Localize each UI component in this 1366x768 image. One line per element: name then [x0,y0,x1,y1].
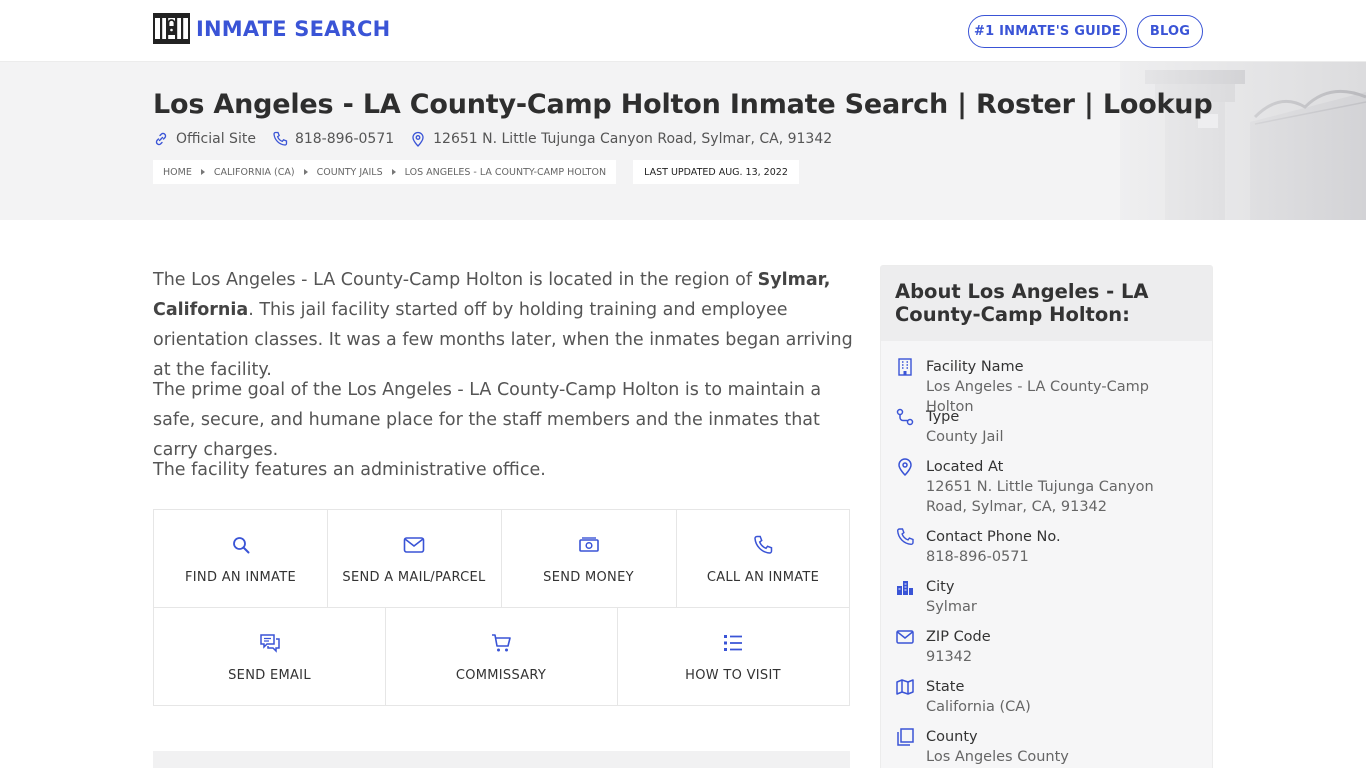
phone-icon [754,535,773,554]
how-to-visit-label: HOW TO VISIT [685,668,781,683]
breadcrumb-current: LOS ANGELES - LA COUNTY-CAMP HOLTON [404,166,607,178]
info-value: 12651 N. Little Tujunga Canyon Road, Syl… [926,479,1154,515]
address-text: 12651 N. Little Tujunga Canyon Road, Syl… [433,131,833,147]
find-inmate-button[interactable]: FIND AN INMATE [154,534,327,585]
intro-paragraph: The Los Angeles - LA County-Camp Holton … [153,265,853,385]
info-label: Located At [926,459,1004,475]
sidebar-header: About Los Angeles - LA County-Camp Holto… [881,266,1212,341]
info-state: State California (CA) [895,677,1196,717]
money-icon [578,537,599,552]
envelope-icon [896,630,914,644]
chat-icon [259,634,280,653]
info-city: City Sylmar [895,577,1196,617]
info-located-at: Located At 12651 N. Little Tujunga Canyo… [895,457,1196,517]
link-icon [155,132,167,146]
info-label: Facility Name [926,359,1024,375]
caret-right-icon [391,169,396,175]
info-value: 91342 [926,649,973,665]
facility-info-sidebar: About Los Angeles - LA County-Camp Holto… [880,265,1213,768]
phone-number: 818-896-0571 [294,131,395,147]
send-mail-button[interactable]: SEND A MAIL/PARCEL [327,534,501,585]
phone-icon [896,528,914,546]
info-value: California (CA) [926,699,1031,715]
send-money-label: SEND MONEY [543,570,634,585]
brand-name: INMATE SEARCH [196,16,391,41]
goal-paragraph: The prime goal of the Los Angeles - LA C… [153,380,822,460]
page-title: Los Angeles - LA County-Camp Holton Inma… [153,89,1213,120]
info-zip: ZIP Code 91342 [895,627,1196,667]
send-money-button[interactable]: SEND MONEY [501,534,676,585]
map-pin-icon [898,458,912,477]
info-phone: Contact Phone No. 818-896-0571 [895,527,1196,567]
find-inmate-label: FIND AN INMATE [185,570,296,585]
services-grid: FIND AN INMATE SEND A MAIL/PARCEL SEND M… [153,509,850,706]
list-icon [724,635,742,651]
info-value: Los Angeles County [926,749,1069,765]
address-item: 12651 N. Little Tujunga Canyon Road, Syl… [410,131,832,147]
how-to-visit-button[interactable]: HOW TO VISIT [617,632,849,683]
send-email-button[interactable]: SEND EMAIL [154,632,385,683]
next-section-box [153,751,850,768]
intro-text-b: . This jail facility started off by hold… [153,300,853,380]
inmates-guide-button[interactable]: #1 INMATE'S GUIDE [968,15,1127,48]
caret-right-icon [200,169,205,175]
hero-banner: Los Angeles - LA County-Camp Holton Inma… [0,62,1366,220]
call-inmate-label: CALL AN INMATE [706,570,820,585]
info-label: Contact Phone No. [926,529,1061,545]
info-label: State [926,679,965,695]
info-label: County [926,729,978,745]
official-site-label: Official Site [176,131,256,147]
info-label: City [926,579,955,595]
city-icon [897,581,913,595]
send-mail-label: SEND A MAIL/PARCEL [342,570,486,585]
breadcrumb-state[interactable]: CALIFORNIA (CA) [214,167,295,178]
divider [154,607,849,608]
info-value: Sylmar [926,599,977,615]
send-email-label: SEND EMAIL [228,668,311,683]
building-icon [898,358,912,376]
copy-icon [897,728,914,746]
breadcrumb: HOME CALIFORNIA (CA) COUNTY JAILS LOS AN… [153,160,617,184]
phone-icon [273,131,288,146]
breadcrumb-home[interactable]: HOME [163,167,192,178]
official-site-link[interactable]: Official Site [153,131,256,147]
info-value: 818-896-0571 [926,549,1029,565]
info-type: Type County Jail [895,407,1196,447]
caret-right-icon [303,169,308,175]
commissary-button[interactable]: COMMISSARY [385,632,617,683]
map-icon [896,679,914,695]
intro-text-a: The Los Angeles - LA County-Camp Holton … [153,270,758,290]
site-logo[interactable]: INMATE SEARCH [153,13,390,44]
info-county: County Los Angeles County [895,727,1196,767]
call-inmate-button[interactable]: CALL AN INMATE [676,534,850,585]
facility-meta: Official Site 818-896-0571 12651 N. Litt… [153,131,848,147]
info-value: County Jail [926,429,1004,445]
sidebar-title: About Los Angeles - LA County-Camp Holto… [895,280,1149,326]
map-pin-icon [412,131,424,147]
search-icon [232,537,249,554]
phone-link[interactable]: 818-896-0571 [272,131,394,147]
top-navbar: INMATE SEARCH #1 INMATE'S GUIDE BLOG [0,0,1366,62]
blog-button[interactable]: BLOG [1137,15,1203,48]
commissary-label: COMMISSARY [455,668,547,683]
cart-icon [492,634,511,652]
jail-lock-icon [153,13,190,44]
info-label: ZIP Code [926,629,991,645]
envelope-icon [403,537,425,553]
info-label: Type [926,409,960,425]
features-paragraph: The facility features an administrative … [153,460,546,480]
last-updated-badge: LAST UPDATED AUG. 13, 2022 [633,160,799,184]
breadcrumb-category[interactable]: COUNTY JAILS [317,167,383,178]
route-icon [896,408,914,426]
